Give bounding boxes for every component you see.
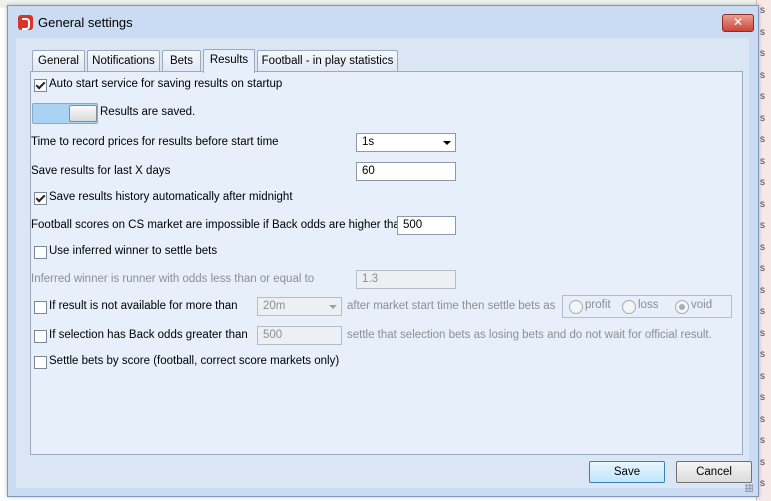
tab-football-in-play-statistics[interactable]: Football - in play statistics: [257, 50, 398, 72]
background-cell-text: s: [760, 198, 765, 210]
save-history-checkbox[interactable]: [34, 192, 47, 205]
radio-void-label: void: [691, 299, 713, 311]
background-cell-text: s: [760, 284, 765, 296]
results-saved-label: Results are saved.: [100, 106, 196, 118]
use-inferred-label: Use inferred winner to settle bets: [49, 245, 218, 257]
toggle-knob[interactable]: [69, 105, 97, 122]
results-tab-panel: Auto start service for saving results on…: [30, 71, 743, 455]
not-available-label: If result is not available for more than: [49, 300, 238, 312]
chevron-down-icon: [329, 305, 337, 309]
time-to-record-value: 1s: [362, 136, 375, 148]
tab-notifications[interactable]: Notifications: [87, 50, 160, 72]
background-cell-text: s: [760, 155, 765, 167]
background-cell-text: s: [760, 456, 765, 468]
background-cell-text: s: [760, 91, 765, 102]
background-cell-text: s: [760, 177, 765, 188]
save-days-input[interactable]: 60: [356, 162, 456, 181]
not-available-suffix: after market start time then settle bets…: [347, 300, 556, 312]
not-available-duration-value: 20m: [263, 300, 286, 312]
background-cell-text: s: [760, 478, 765, 489]
save-button[interactable]: Save: [589, 461, 665, 483]
back-odds-greater-input[interactable]: 500: [257, 326, 342, 345]
save-history-label: Save results history automatically after…: [49, 191, 293, 203]
background-cell-text: s: [760, 327, 765, 339]
not-available-duration-select[interactable]: 20m: [257, 297, 342, 316]
not-available-checkbox[interactable]: [34, 301, 47, 314]
back-odds-greater-checkbox[interactable]: [34, 330, 47, 343]
radio-void[interactable]: [675, 300, 689, 314]
time-to-record-select[interactable]: 1s: [356, 133, 456, 152]
results-saved-toggle[interactable]: [32, 103, 98, 124]
radio-loss-label: loss: [638, 299, 659, 311]
back-odds-greater-suffix: settle that selection bets as losing bet…: [347, 329, 712, 341]
inferred-odds-input[interactable]: 1.3: [356, 270, 456, 289]
background-cell-text: s: [760, 263, 765, 274]
chevron-down-icon: [443, 141, 451, 145]
background-cell-text: s: [760, 306, 765, 317]
settle-by-score-label: Settle bets by score (football, correct …: [49, 355, 340, 367]
general-settings-dialog: General settings ✕ General Notifications…: [7, 5, 759, 497]
auto-start-label: Auto start service for saving results on…: [49, 78, 283, 90]
background-cell-text: s: [760, 112, 765, 124]
radio-loss[interactable]: [622, 300, 636, 314]
tab-general[interactable]: General: [32, 50, 85, 72]
back-odds-greater-label: If selection has Back odds greater than: [49, 329, 248, 341]
dialog-body: General Notifications Bets Results Footb…: [16, 38, 752, 488]
settle-by-score-checkbox[interactable]: [34, 356, 47, 369]
background-cell-text: s: [760, 220, 765, 231]
save-days-label: Save results for last X days: [31, 165, 171, 177]
cs-impossible-input[interactable]: 500: [397, 216, 456, 235]
tab-bets[interactable]: Bets: [162, 50, 201, 72]
cs-impossible-label: Football scores on CS market are impossi…: [31, 219, 407, 231]
background-cell-text: s: [760, 413, 765, 425]
cancel-button[interactable]: Cancel: [676, 461, 752, 483]
auto-start-checkbox[interactable]: [34, 79, 47, 92]
window-title: General settings: [38, 15, 133, 30]
background-cell-text: s: [760, 435, 765, 446]
radio-profit[interactable]: [569, 300, 583, 314]
settle-as-radio-group: profit loss void: [562, 295, 732, 318]
inferred-odds-label: Inferred winner is runner with odds less…: [31, 273, 315, 285]
title-bar[interactable]: General settings ✕: [8, 6, 758, 38]
background-cell-text: s: [760, 134, 765, 145]
background-cell-text: s: [760, 241, 765, 253]
tab-results[interactable]: Results: [203, 49, 255, 73]
background-cell-text: s: [760, 5, 765, 16]
app-logo-icon: [18, 15, 33, 30]
background-cell-text: s: [760, 349, 765, 360]
background-cell-text: s: [760, 48, 765, 59]
close-button[interactable]: ✕: [722, 14, 754, 32]
time-to-record-label: Time to record prices for results before…: [31, 136, 279, 148]
background-cell-text: s: [760, 370, 765, 382]
background-cell-text: s: [760, 69, 765, 81]
use-inferred-checkbox[interactable]: [34, 246, 47, 259]
background-cell-text: s: [760, 392, 765, 403]
background-cell-text: s: [760, 26, 765, 38]
radio-profit-label: profit: [585, 299, 611, 311]
resize-grip-icon[interactable]: [745, 484, 753, 492]
